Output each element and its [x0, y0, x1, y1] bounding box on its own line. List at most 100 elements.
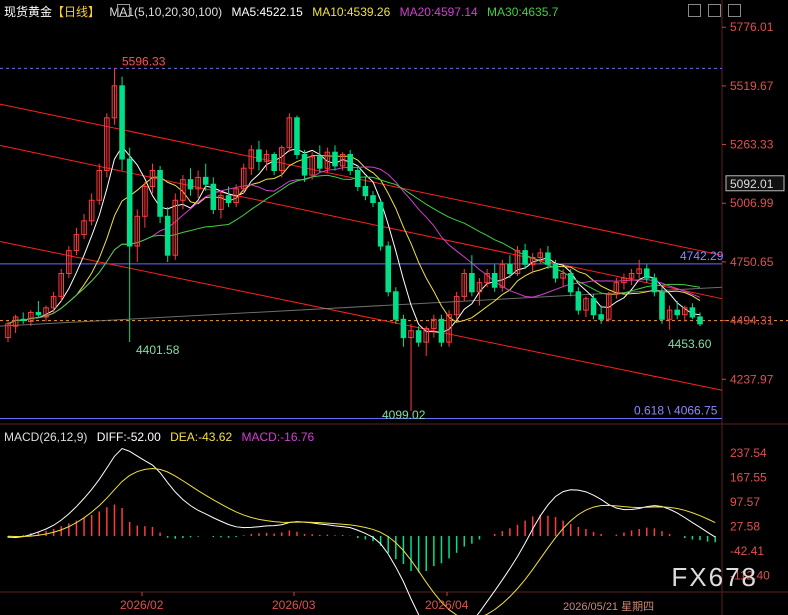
ma30-value: MA30:4635.7 — [487, 5, 559, 19]
candle — [370, 191, 376, 208]
candle-body — [377, 202, 384, 247]
macd-tick-label: -42.41 — [730, 544, 764, 558]
candle — [583, 296, 589, 317]
candle — [301, 149, 308, 182]
chart-icon[interactable] — [117, 4, 130, 17]
ma20-value: MA20:4597.14 — [399, 5, 478, 19]
candlestick-panel: 5596.33 4401.58 4099.02 4453.60 4742.29 0.618… — [0, 54, 788, 422]
candle — [20, 312, 26, 324]
candle-body — [256, 149, 262, 162]
candle — [385, 241, 392, 297]
candle-body — [385, 245, 392, 293]
candle-body — [545, 252, 551, 265]
candle-body — [674, 309, 680, 316]
candle — [195, 170, 201, 198]
instrument-name: 现货黄金 — [4, 5, 53, 19]
candle-body — [552, 263, 559, 279]
candle-body — [697, 316, 703, 325]
macd-value: MACD:-16.76 — [241, 430, 315, 444]
candle-body — [438, 318, 445, 343]
price-tick-label: 4494.31 — [730, 314, 774, 328]
ma10-value: MA10:4539.26 — [312, 5, 391, 19]
candle — [567, 268, 574, 297]
candle-body — [20, 318, 26, 321]
candle — [111, 68, 118, 125]
macd-settings-label: MACD(26,12,9) — [4, 430, 88, 444]
ma5-value: MA5:4522.15 — [231, 5, 303, 19]
dea-value: DEA:-43.62 — [170, 430, 233, 444]
price-tick-label: 5519.67 — [730, 79, 774, 93]
close-icon[interactable] — [728, 4, 741, 17]
candle — [431, 314, 437, 338]
candle — [355, 165, 361, 192]
candle — [461, 268, 468, 301]
candle — [157, 165, 163, 224]
candle — [164, 207, 171, 263]
candle — [438, 314, 445, 347]
low1-label: 4401.58 — [136, 343, 180, 357]
candle — [575, 287, 582, 315]
price-tick-label: 4750.65 — [730, 255, 774, 269]
dea-line — [7, 468, 716, 615]
chart-canvas: 5596.33 4401.58 4099.02 4453.60 4742.29 0.618… — [0, 0, 788, 615]
candle-body — [400, 318, 407, 339]
minimize-icon[interactable] — [688, 4, 701, 17]
candle — [682, 305, 688, 322]
macd-tick-label: 97.57 — [730, 495, 760, 509]
candle-body — [347, 153, 353, 171]
candle-body — [210, 183, 217, 210]
candle — [659, 287, 665, 324]
candle — [66, 246, 72, 279]
candle — [134, 209, 141, 263]
candle — [294, 115, 300, 160]
candle — [142, 181, 148, 228]
macd-legend: MACD(26,12,9) DIFF:-52.00 DEA:-43.62 MAC… — [4, 430, 320, 444]
candle — [476, 278, 483, 306]
candle — [126, 147, 133, 342]
candle — [636, 259, 642, 279]
candle-body — [126, 158, 133, 247]
candle — [271, 152, 277, 176]
maximize-icon[interactable] — [708, 4, 721, 17]
macd-tick-label: 237.54 — [730, 446, 767, 460]
candle — [484, 268, 490, 288]
candle-body — [643, 268, 650, 279]
candle-body — [157, 169, 163, 217]
trend-line — [0, 103, 723, 256]
macd-panel — [7, 447, 716, 615]
candle-body — [187, 179, 194, 190]
candle — [240, 163, 247, 194]
high-label: 5596.33 — [122, 54, 166, 68]
candle — [96, 163, 103, 205]
cursor-date: 2026/05/21 星期四 — [563, 601, 655, 613]
candle-body — [362, 186, 369, 197]
candle — [210, 177, 217, 214]
candle-body — [590, 298, 597, 316]
candle-body — [35, 311, 42, 316]
candle — [286, 113, 293, 153]
diff-value: DIFF:-52.00 — [96, 430, 161, 444]
fib-label: 0.618 \ 4066.75 — [634, 403, 718, 417]
candle — [309, 152, 315, 180]
candle — [393, 287, 399, 324]
candle — [58, 268, 65, 301]
candle — [256, 140, 262, 171]
candle — [522, 243, 528, 269]
candle — [408, 323, 414, 411]
price-tick-label: 5776.01 — [730, 20, 774, 34]
candle — [248, 145, 255, 176]
candle — [5, 321, 11, 343]
candle-body — [301, 153, 308, 176]
candle — [400, 314, 407, 347]
period-label[interactable]: 【日线】 — [52, 5, 100, 19]
date-tick-label: 2026/04 — [425, 598, 469, 612]
candle-body — [332, 151, 338, 167]
macd-tick-label: 167.55 — [730, 470, 767, 484]
candle-body — [651, 277, 658, 293]
candle-body — [393, 291, 399, 320]
candle — [621, 273, 627, 290]
candle — [415, 326, 422, 347]
candle-body — [689, 307, 696, 318]
candle — [689, 303, 696, 320]
fx678-watermark: FX678 — [671, 562, 758, 592]
